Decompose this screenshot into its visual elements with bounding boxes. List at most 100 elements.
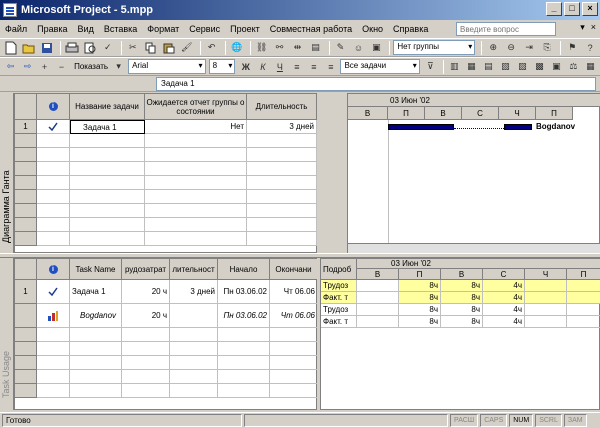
gantt-empty-cell[interactable] — [247, 148, 317, 162]
gantt-empty-cell[interactable] — [70, 232, 145, 246]
usage-empty-cell[interactable] — [37, 370, 70, 384]
detail-cell[interactable] — [357, 316, 399, 328]
menu-tools[interactable]: Сервис — [184, 24, 225, 34]
detail-cell[interactable]: 4ч — [483, 304, 525, 316]
gantt-empty-cell[interactable] — [145, 148, 247, 162]
menu-help[interactable]: Справка — [388, 24, 433, 34]
save-icon[interactable] — [39, 40, 55, 56]
usage-empty-cell[interactable] — [218, 384, 270, 398]
goto-task-icon[interactable]: ⇥ — [521, 40, 537, 56]
gantt-empty-cell[interactable] — [37, 232, 70, 246]
menu-file[interactable]: Файл — [0, 24, 32, 34]
usage-row-id[interactable]: 1 — [15, 280, 37, 304]
minimize-button[interactable]: _ — [546, 2, 562, 16]
gantt-empty-cell[interactable] — [37, 176, 70, 190]
usage-empty-row-header[interactable] — [15, 328, 37, 342]
usage-empty-cell[interactable] — [122, 328, 170, 342]
gantt-empty-cell[interactable] — [247, 190, 317, 204]
detail-cell[interactable]: 8ч — [441, 280, 483, 292]
usage-header-start[interactable]: Начало — [218, 259, 270, 280]
gantt-empty-cell[interactable] — [37, 134, 70, 148]
gantt-empty-cell[interactable] — [145, 204, 247, 218]
usage-finish[interactable]: Чт 06.06 — [270, 280, 318, 304]
usage-empty-cell[interactable] — [70, 384, 122, 398]
gantt-task-report[interactable]: Нет — [145, 120, 247, 134]
print-icon[interactable] — [64, 40, 80, 56]
detail-header[interactable]: Подроб — [321, 259, 357, 280]
usage-empty-cell[interactable] — [170, 370, 218, 384]
view-network-icon[interactable]: ▦ — [464, 59, 479, 75]
detail-row-label[interactable]: Факт. т — [321, 292, 357, 304]
indent-plus-icon[interactable]: + — [37, 59, 52, 75]
usage-empty-cell[interactable] — [70, 370, 122, 384]
detail-cell[interactable]: 8ч — [399, 316, 441, 328]
help-icon[interactable]: ? — [582, 40, 598, 56]
font-combo[interactable]: Arial — [128, 59, 206, 74]
detail-cell[interactable] — [525, 304, 567, 316]
usage-empty-cell[interactable] — [170, 356, 218, 370]
usage-empty-cell[interactable] — [270, 384, 318, 398]
usage-duration[interactable]: 3 дней — [170, 280, 218, 304]
gantt-empty-cell[interactable] — [145, 218, 247, 232]
menu-window[interactable]: Окно — [357, 24, 388, 34]
gantt-task-name[interactable]: Задача 1 — [70, 120, 145, 134]
copy-wizard-icon[interactable]: ⎘ — [539, 40, 555, 56]
arrow-left-icon[interactable]: ⇦ — [3, 59, 18, 75]
task-info-icon[interactable]: ▤ — [308, 40, 324, 56]
indent-minus-icon[interactable]: − — [54, 59, 69, 75]
usage-empty-cell[interactable] — [170, 328, 218, 342]
usage-info-header[interactable]: i — [37, 259, 70, 280]
zoom-out-icon[interactable]: ⊖ — [503, 40, 519, 56]
detail-cell[interactable]: 8ч — [441, 292, 483, 304]
maximize-button[interactable]: □ — [564, 2, 580, 16]
view-tracking-icon[interactable]: ▣ — [549, 59, 564, 75]
usage-empty-cell[interactable] — [70, 356, 122, 370]
gantt-empty-row-header[interactable] — [15, 218, 37, 232]
splitter[interactable] — [317, 93, 347, 253]
autofilter-icon[interactable]: ⊽ — [423, 59, 438, 75]
usage-empty-cell[interactable] — [70, 328, 122, 342]
usage-empty-cell[interactable] — [270, 356, 318, 370]
detail-cell[interactable] — [567, 304, 600, 316]
detail-cell[interactable]: 4ч — [483, 280, 525, 292]
filter-combo[interactable]: Все задачи — [340, 59, 420, 74]
gantt-empty-cell[interactable] — [145, 134, 247, 148]
usage-header-work[interactable]: рудозатрат — [122, 259, 170, 280]
align-center-icon[interactable]: ≡ — [306, 59, 321, 75]
gantt-corner[interactable] — [15, 94, 37, 120]
print-preview-icon[interactable] — [82, 40, 98, 56]
gantt-empty-cell[interactable] — [37, 204, 70, 218]
gantt-empty-cell[interactable] — [37, 162, 70, 176]
usage-empty-cell[interactable] — [122, 370, 170, 384]
gantt-empty-row-header[interactable] — [15, 162, 37, 176]
gantt-empty-cell[interactable] — [37, 218, 70, 232]
gantt-header-report[interactable]: Ожидается отчет группы о состоянии — [145, 94, 247, 120]
usage-empty-cell[interactable] — [170, 384, 218, 398]
detail-row-label[interactable]: Трудоз — [321, 304, 357, 316]
usage-start[interactable]: Пн 03.06.02 — [218, 280, 270, 304]
detail-cell[interactable] — [525, 316, 567, 328]
gantt-empty-cell[interactable] — [145, 232, 247, 246]
group-combo[interactable]: Нет группы — [393, 40, 476, 55]
usage-empty-cell[interactable] — [218, 356, 270, 370]
view-usage-icon[interactable]: ▧ — [498, 59, 513, 75]
copy-picture-icon[interactable]: ▣ — [368, 40, 384, 56]
unlink-tasks-icon[interactable]: ⚯ — [272, 40, 288, 56]
align-left-icon[interactable]: ≡ — [289, 59, 304, 75]
menu-view[interactable]: Вид — [73, 24, 99, 34]
gantt-bar-1[interactable] — [388, 124, 454, 130]
menu-insert[interactable]: Вставка — [99, 24, 142, 34]
gantt-empty-cell[interactable] — [70, 218, 145, 232]
gantt-empty-cell[interactable] — [70, 176, 145, 190]
gantt-empty-cell[interactable] — [37, 190, 70, 204]
copy-icon[interactable] — [143, 40, 159, 56]
usage-work[interactable]: 20 ч — [122, 304, 170, 328]
usage-empty-cell[interactable] — [170, 342, 218, 356]
show-chevron-icon[interactable]: ▾ — [111, 59, 126, 75]
gantt-empty-cell[interactable] — [145, 162, 247, 176]
assign-resources-icon[interactable]: ☺ — [350, 40, 366, 56]
usage-empty-cell[interactable] — [37, 328, 70, 342]
gantt-empty-cell[interactable] — [145, 190, 247, 204]
detail-cell[interactable] — [525, 280, 567, 292]
detail-cell[interactable]: 8ч — [399, 280, 441, 292]
